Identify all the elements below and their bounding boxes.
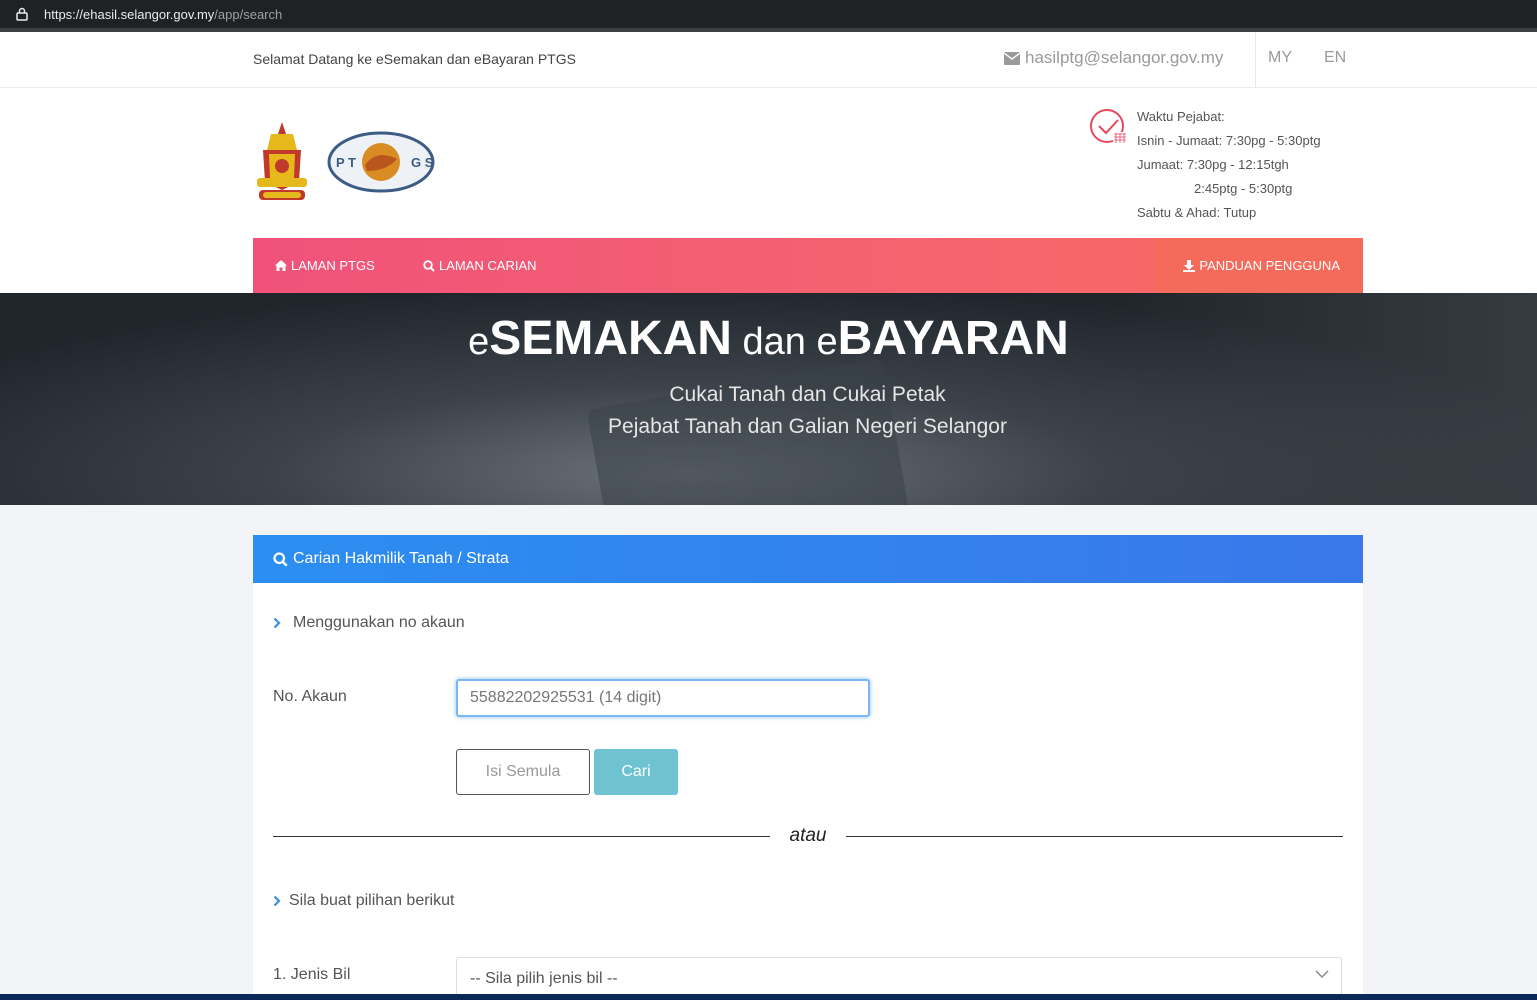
chevron-right-icon — [273, 617, 281, 629]
download-icon — [1183, 259, 1196, 272]
search-icon — [423, 259, 435, 272]
divider-text: atau — [789, 825, 827, 846]
nav-search-label: LAMAN CARIAN — [439, 258, 537, 273]
section-options-label: Sila buat pilihan berikut — [289, 892, 455, 909]
email-separator — [1255, 32, 1256, 87]
selangor-crest-logo[interactable] — [253, 120, 311, 204]
email-text: hasilptg@selangor.gov.my — [1025, 48, 1224, 67]
office-hours: Waktu Pejabat: Isnin - Jumaat: 7:30pg - … — [1137, 105, 1321, 225]
hero-subtitle-2: Pejabat Tanah dan Galian Negeri Selangor — [608, 415, 1007, 438]
search-card-title: Carian Hakmilik Tanah / Strata — [293, 550, 509, 567]
nav-search-link[interactable]: LAMAN CARIAN — [423, 238, 537, 293]
hero-title-e1: e — [468, 321, 490, 363]
hero-banner: eSEMAKAN dan eBAYARAN Cukai Tanah dan Cu… — [0, 293, 1537, 505]
hero-title: eSEMAKAN dan eBAYARAN — [0, 311, 1537, 366]
welcome-text: Selamat Datang ke eSemakan dan eBayaran … — [253, 51, 576, 67]
top-strip: Selamat Datang ke eSemakan dan eBayaran … — [0, 32, 1537, 88]
search-card: Carian Hakmilik Tanah / Strata Menggunak… — [253, 535, 1363, 1000]
hero-title-dan: dan — [731, 321, 817, 363]
section-account-heading: Menggunakan no akaun — [273, 614, 465, 632]
lang-my-link[interactable]: MY — [1268, 49, 1292, 67]
office-hours-line2: Jumaat: 7:30pg - 12:15tgh — [1137, 157, 1289, 172]
hero-title-semakan: SEMAKAN — [489, 312, 732, 365]
reset-button[interactable]: Isi Semula — [456, 749, 590, 795]
search-card-header: Carian Hakmilik Tanah / Strata — [253, 535, 1363, 583]
lock-icon — [8, 7, 36, 21]
office-hours-line4: Sabtu & Ahad: Tutup — [1137, 205, 1257, 220]
nav-guide-link[interactable]: PANDUAN PENGGUNA — [1155, 238, 1363, 293]
account-number-label: No. Akaun — [273, 688, 347, 705]
clock-icon — [1090, 109, 1127, 144]
account-number-input[interactable] — [456, 679, 870, 717]
ptgs-logo[interactable]: P T G S — [327, 131, 435, 193]
site-header: P T G S Waktu Pejabat: Isnin - Jumaat: 7… — [0, 88, 1537, 293]
hero-title-e2: e — [816, 321, 838, 363]
url-text[interactable]: https://ehasil.selangor.gov.my/app/searc… — [44, 7, 282, 22]
bill-type-selected-value: -- Sila pilih jenis bil -- — [470, 970, 618, 987]
nav-home-link[interactable]: LAMAN PTGS — [275, 238, 375, 293]
hero-title-bayaran: BAYARAN — [837, 312, 1069, 365]
bill-type-label: 1. Jenis Bil — [273, 966, 351, 983]
office-hours-line1: Isnin - Jumaat: 7:30pg - 5:30ptg — [1137, 133, 1321, 148]
lang-en-link[interactable]: EN — [1324, 49, 1346, 67]
envelope-icon — [1004, 51, 1020, 65]
email-link[interactable]: hasilptg@selangor.gov.my — [1004, 48, 1223, 68]
search-button[interactable]: Cari — [594, 749, 678, 795]
office-hours-line3: 2:45ptg - 5:30ptg — [1194, 181, 1293, 196]
section-options-heading: Sila buat pilihan berikut — [273, 892, 454, 910]
svg-text:G S: G S — [411, 155, 434, 170]
nav-guide-label: PANDUAN PENGGUNA — [1199, 258, 1340, 273]
divider-line-right — [846, 836, 1343, 837]
os-taskbar — [0, 994, 1537, 1000]
search-icon — [273, 551, 288, 567]
office-hours-title: Waktu Pejabat: — [1137, 109, 1225, 124]
home-icon — [275, 260, 287, 271]
nav-home-label: LAMAN PTGS — [291, 258, 375, 273]
chevron-down-icon — [1315, 970, 1329, 979]
divider-line-left — [273, 836, 770, 837]
chevron-right-icon — [273, 895, 281, 907]
main-navbar: LAMAN PTGS LAMAN CARIAN PANDUAN PENGGUNA — [253, 238, 1363, 293]
hero-subtitle-1: Cukai Tanah dan Cukai Petak — [669, 383, 946, 406]
section-account-label: Menggunakan no akaun — [293, 614, 465, 631]
browser-address-bar[interactable]: https://ehasil.selangor.gov.my/app/searc… — [0, 0, 1537, 28]
svg-text:P T: P T — [336, 155, 356, 170]
